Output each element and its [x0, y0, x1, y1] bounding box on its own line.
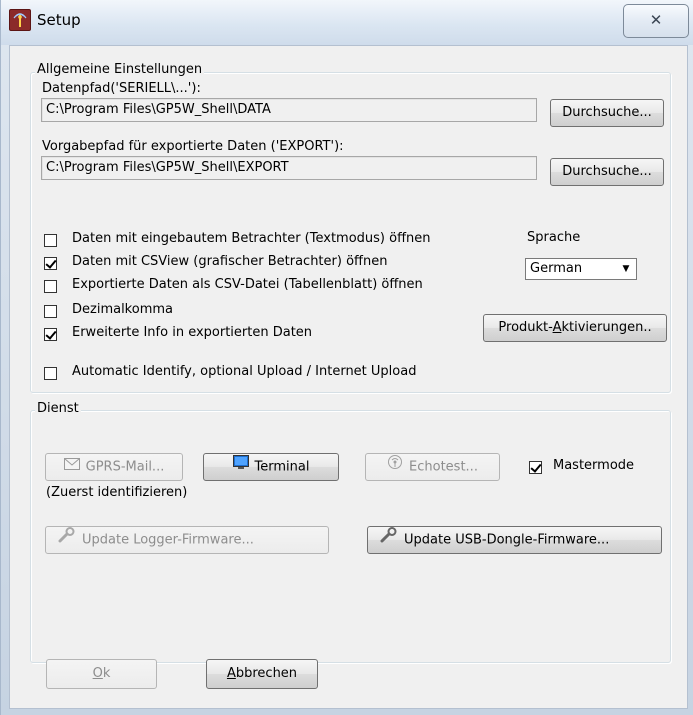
ok-label-mnemonic: O [92, 666, 103, 681]
title-bar[interactable]: Setup ✕ [1, 0, 693, 45]
echotest-label: Echotest... [409, 459, 478, 475]
option-label-csview[interactable]: Daten mit CSView (grafischer Betrachter)… [72, 254, 387, 269]
ok-button[interactable]: Ok [46, 659, 157, 689]
close-icon: ✕ [649, 11, 663, 29]
cancel-label-rest: bbrechen [235, 666, 298, 681]
gprs-mail-label: GPRS-Mail... [85, 459, 165, 475]
option-checkbox-csview[interactable] [44, 257, 57, 270]
echotest-button[interactable]: Echotest... [365, 453, 500, 481]
chevron-down-icon: ▼ [622, 264, 630, 274]
setup-window: Setup ✕ Allgemeine Einstellungen Datenpf… [0, 0, 693, 715]
cancel-label-mnemonic: A [226, 666, 236, 681]
monitor-icon [232, 454, 249, 480]
update-usb-dongle-firmware-button[interactable]: Update USB-Dongle-Firmware... [367, 526, 662, 554]
dialog-client-area: Allgemeine Einstellungen Datenpfad('SERI… [9, 45, 688, 709]
gprs-mail-button[interactable]: GPRS-Mail... [45, 453, 183, 481]
update-logger-firmware-label: Update Logger-Firmware... [82, 532, 254, 548]
wrench-icon [58, 527, 76, 553]
option-checkbox-decimal-comma[interactable] [44, 305, 57, 318]
language-select-value: German [530, 261, 583, 276]
option-checkbox-csv-export[interactable] [44, 280, 57, 293]
data-path-field[interactable]: C:\Program Files\GP5W_Shell\DATA [41, 98, 537, 122]
update-usb-dongle-firmware-label: Update USB-Dongle-Firmware... [404, 532, 610, 548]
update-logger-firmware-button[interactable]: Update Logger-Firmware... [45, 526, 329, 554]
product-activation-button[interactable]: Produkt-Aktivierungen.. [483, 314, 667, 342]
terminal-label: Terminal [254, 459, 310, 475]
option-label-text-viewer[interactable]: Daten mit eingebautem Betrachter (Textmo… [72, 231, 431, 246]
window-title: Setup [37, 11, 81, 29]
export-path-field[interactable]: C:\Program Files\GP5W_Shell\EXPORT [41, 156, 537, 180]
cancel-button[interactable]: Abbrechen [206, 659, 318, 689]
export-path-label: Vorgabepfad für exportierte Daten ('EXPO… [42, 139, 344, 154]
option-label-csv-export[interactable]: Exportierte Daten als CSV-Datei (Tabelle… [72, 277, 423, 292]
ok-label-rest: k [102, 666, 111, 681]
option-checkbox-text-viewer[interactable] [44, 234, 57, 247]
envelope-icon [63, 454, 80, 480]
mastermode-checkbox[interactable] [529, 461, 542, 474]
option-label-extended-info[interactable]: Erweiterte Info in exportierten Daten [72, 325, 312, 340]
option-checkbox-auto-identify[interactable] [44, 367, 57, 380]
terminal-button[interactable]: Terminal [203, 453, 339, 481]
language-label: Sprache [527, 230, 581, 245]
close-button[interactable]: ✕ [623, 4, 689, 38]
language-select[interactable]: German ▼ [525, 258, 637, 280]
general-settings-legend: Allgemeine Einstellungen [35, 62, 205, 77]
browse-data-path-button[interactable]: Durchsuche... [550, 99, 664, 127]
option-label-decimal-comma[interactable]: Dezimalkomma [72, 302, 173, 317]
browse-export-path-button[interactable]: Durchsuche... [550, 158, 664, 186]
signal-icon [387, 454, 403, 480]
product-activation-label-prefix: Produkt- [498, 320, 553, 335]
option-label-auto-identify[interactable]: Automatic Identify, optional Upload / In… [72, 364, 416, 379]
option-checkbox-extended-info[interactable] [44, 328, 57, 341]
wrench-icon [380, 527, 398, 553]
service-legend: Dienst [35, 401, 81, 416]
identify-note: (Zuerst identifizieren) [46, 485, 188, 500]
data-path-label: Datenpfad('SERIELL\...'): [42, 81, 201, 96]
antenna-icon [9, 9, 31, 31]
product-activation-label-suffix: ktivierungen.. [561, 320, 652, 335]
mastermode-label[interactable]: Mastermode [553, 458, 634, 473]
